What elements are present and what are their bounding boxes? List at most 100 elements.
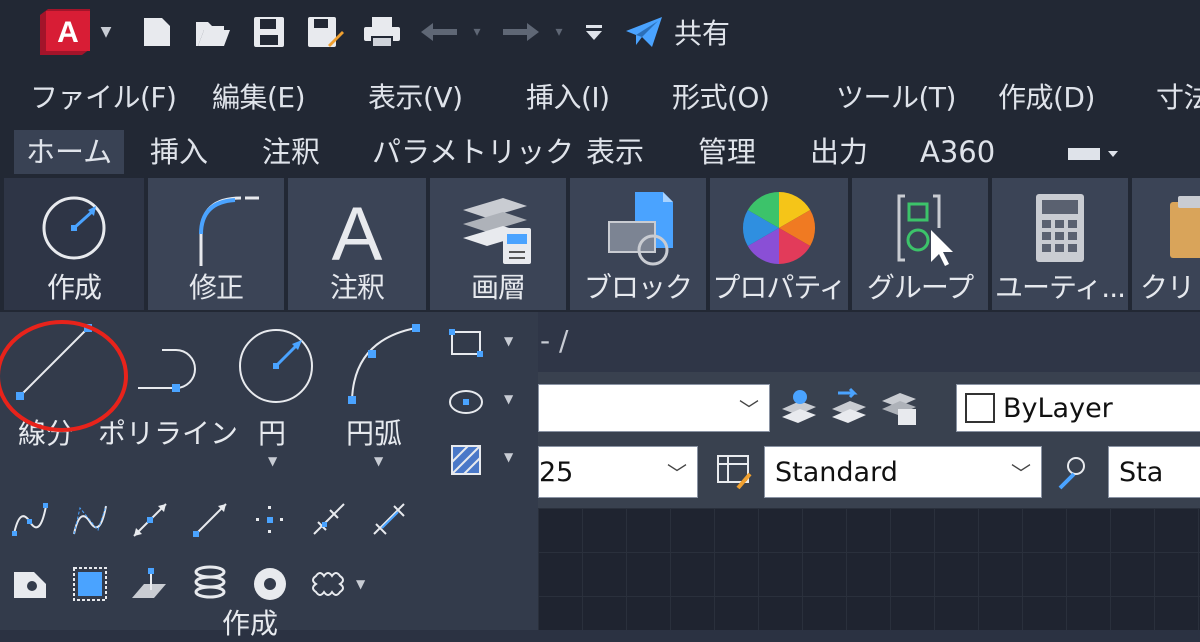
- construction-line-icon[interactable]: [130, 500, 170, 540]
- helix-icon[interactable]: [190, 564, 230, 604]
- clipboard-icon: [1170, 196, 1200, 258]
- panel-block[interactable]: ブロック: [570, 178, 706, 310]
- panel-clipboard-label: クリ: [1140, 271, 1195, 304]
- divide-icon[interactable]: [310, 500, 350, 540]
- undo-chevron-icon[interactable]: ▾: [468, 12, 486, 52]
- panel-group[interactable]: グループ: [852, 178, 988, 310]
- rectangle-chevron-icon[interactable]: ▼: [504, 334, 513, 348]
- drawing-canvas[interactable]: [538, 508, 1200, 630]
- panel-block-label: ブロック: [583, 271, 693, 304]
- layer-combo[interactable]: ﹀: [538, 384, 770, 432]
- arc-tool-label: 円弧: [346, 417, 403, 450]
- tab-home[interactable]: ホーム: [14, 130, 125, 174]
- panel-utilities-label: ユーティ...: [994, 271, 1126, 304]
- color-swatch: [965, 393, 995, 423]
- tab-view[interactable]: 表示: [586, 130, 644, 174]
- tab-annotate[interactable]: 注釈: [262, 130, 320, 174]
- dim-scale-value: 25: [539, 456, 574, 488]
- match-layer-icon[interactable]: [828, 387, 868, 427]
- menu-draw[interactable]: 作成(D): [998, 76, 1095, 116]
- tab-a360[interactable]: A360: [920, 130, 995, 174]
- menu-view[interactable]: 表示(V): [368, 76, 463, 116]
- print-icon[interactable]: [360, 12, 404, 52]
- measure-icon[interactable]: [370, 500, 410, 540]
- calculator-icon: [1036, 194, 1084, 262]
- undo-icon[interactable]: [418, 12, 460, 52]
- redo-icon[interactable]: [500, 12, 542, 52]
- panel-modify[interactable]: 修正: [148, 178, 284, 310]
- rectangle-tool-button[interactable]: ▼: [446, 324, 526, 364]
- text-style-combo[interactable]: Standard ﹀: [764, 446, 1042, 498]
- circle-chevron-icon[interactable]: ▼: [268, 454, 277, 468]
- layer-color-value: ByLayer: [1003, 392, 1113, 424]
- hatch-chevron-icon[interactable]: ▼: [504, 450, 513, 464]
- multiple-points-icon[interactable]: [250, 500, 290, 540]
- polyline-tool-button[interactable]: ポリライン: [98, 320, 238, 460]
- text-style-icon[interactable]: [714, 452, 754, 492]
- menu-file[interactable]: ファイル(F): [30, 76, 177, 116]
- spline-fit-icon[interactable]: [10, 500, 50, 540]
- more-tools-chevron-icon[interactable]: ▼: [356, 577, 365, 591]
- chevron-down-icon: ﹀: [1011, 461, 1031, 486]
- arc-chevron-icon[interactable]: ▼: [374, 454, 383, 468]
- circle-tool-label: 円: [258, 417, 287, 450]
- app-menu-button[interactable]: A: [36, 9, 94, 55]
- open-folder-icon[interactable]: [192, 12, 234, 52]
- ray-icon[interactable]: [190, 500, 230, 540]
- donut-icon[interactable]: [250, 564, 290, 604]
- tab-insert[interactable]: 挿入: [150, 130, 208, 174]
- redo-chevron-icon[interactable]: ▾: [550, 12, 568, 52]
- panel-group-label: グループ: [866, 271, 974, 304]
- customize-qat-icon[interactable]: [582, 12, 606, 52]
- panel-modify-label: 修正: [188, 271, 244, 304]
- circle-tool-icon: [42, 196, 106, 260]
- tab-output[interactable]: 出力: [810, 130, 868, 174]
- table-style-value: Sta: [1119, 456, 1164, 488]
- ribbon-options-icon[interactable]: [1066, 130, 1120, 174]
- menu-tools[interactable]: ツール(T): [836, 76, 956, 116]
- panel-draw[interactable]: 作成: [4, 178, 144, 310]
- save-icon[interactable]: [248, 12, 290, 52]
- layer-tools: [778, 386, 938, 428]
- spline-cv-icon[interactable]: [70, 500, 110, 540]
- region-icon[interactable]: [10, 564, 50, 604]
- panel-annotation-icon-letter: A: [332, 192, 383, 268]
- menu-insert[interactable]: 挿入(I): [526, 76, 610, 116]
- table-style-icon[interactable]: [1054, 452, 1094, 492]
- text-style-value: Standard: [775, 456, 898, 488]
- color-combo[interactable]: ByLayer: [956, 384, 1200, 432]
- revision-cloud-base-icon[interactable]: [130, 564, 170, 604]
- layer-states-icon[interactable]: [878, 387, 918, 427]
- save-as-icon[interactable]: [304, 12, 346, 52]
- panel-clipboard[interactable]: クリ: [1132, 178, 1200, 310]
- panel-draw-label: 作成: [46, 271, 102, 304]
- tab-manage[interactable]: 管理: [698, 130, 756, 174]
- panel-utilities[interactable]: ユーティ...: [992, 178, 1128, 310]
- dim-scale-combo[interactable]: 25 ﹀: [538, 446, 698, 498]
- table-style-combo[interactable]: Sta: [1108, 446, 1200, 498]
- file-tab-bar: - /: [538, 312, 1200, 372]
- quick-access-toolbar: A ▼ ▾ ▾ 共有: [0, 0, 1200, 66]
- circle-tool-button[interactable]: 円 ▼: [230, 320, 320, 470]
- menu-format[interactable]: 形式(O): [672, 76, 770, 116]
- wipeout-icon[interactable]: [70, 564, 110, 604]
- ellipse-tool-button[interactable]: ▼: [446, 382, 526, 422]
- arc-tool-button[interactable]: 円弧 ▼: [336, 320, 426, 470]
- hatch-tool-button[interactable]: ▼: [446, 440, 526, 480]
- app-menu-chevron-icon[interactable]: ▼: [96, 12, 116, 52]
- menu-dimension[interactable]: 寸法: [1156, 76, 1200, 116]
- make-current-layer-icon[interactable]: [778, 387, 818, 427]
- ellipse-chevron-icon[interactable]: ▼: [504, 392, 513, 406]
- revision-cloud-icon[interactable]: [310, 564, 350, 604]
- panel-layers[interactable]: 画層: [430, 178, 566, 310]
- new-file-icon[interactable]: [136, 12, 178, 52]
- menu-edit[interactable]: 編集(E): [212, 76, 306, 116]
- panel-properties[interactable]: プロパティ: [710, 178, 848, 310]
- share-label[interactable]: 共有: [674, 12, 730, 52]
- file-tab-separator-icon: - /: [540, 324, 569, 357]
- panel-properties-label: プロパティ: [712, 271, 846, 304]
- panel-annotation[interactable]: A 注釈: [288, 178, 426, 310]
- tab-parametric[interactable]: パラメトリック: [372, 130, 574, 174]
- block-icon: [608, 192, 673, 266]
- share-plane-icon[interactable]: [622, 12, 666, 52]
